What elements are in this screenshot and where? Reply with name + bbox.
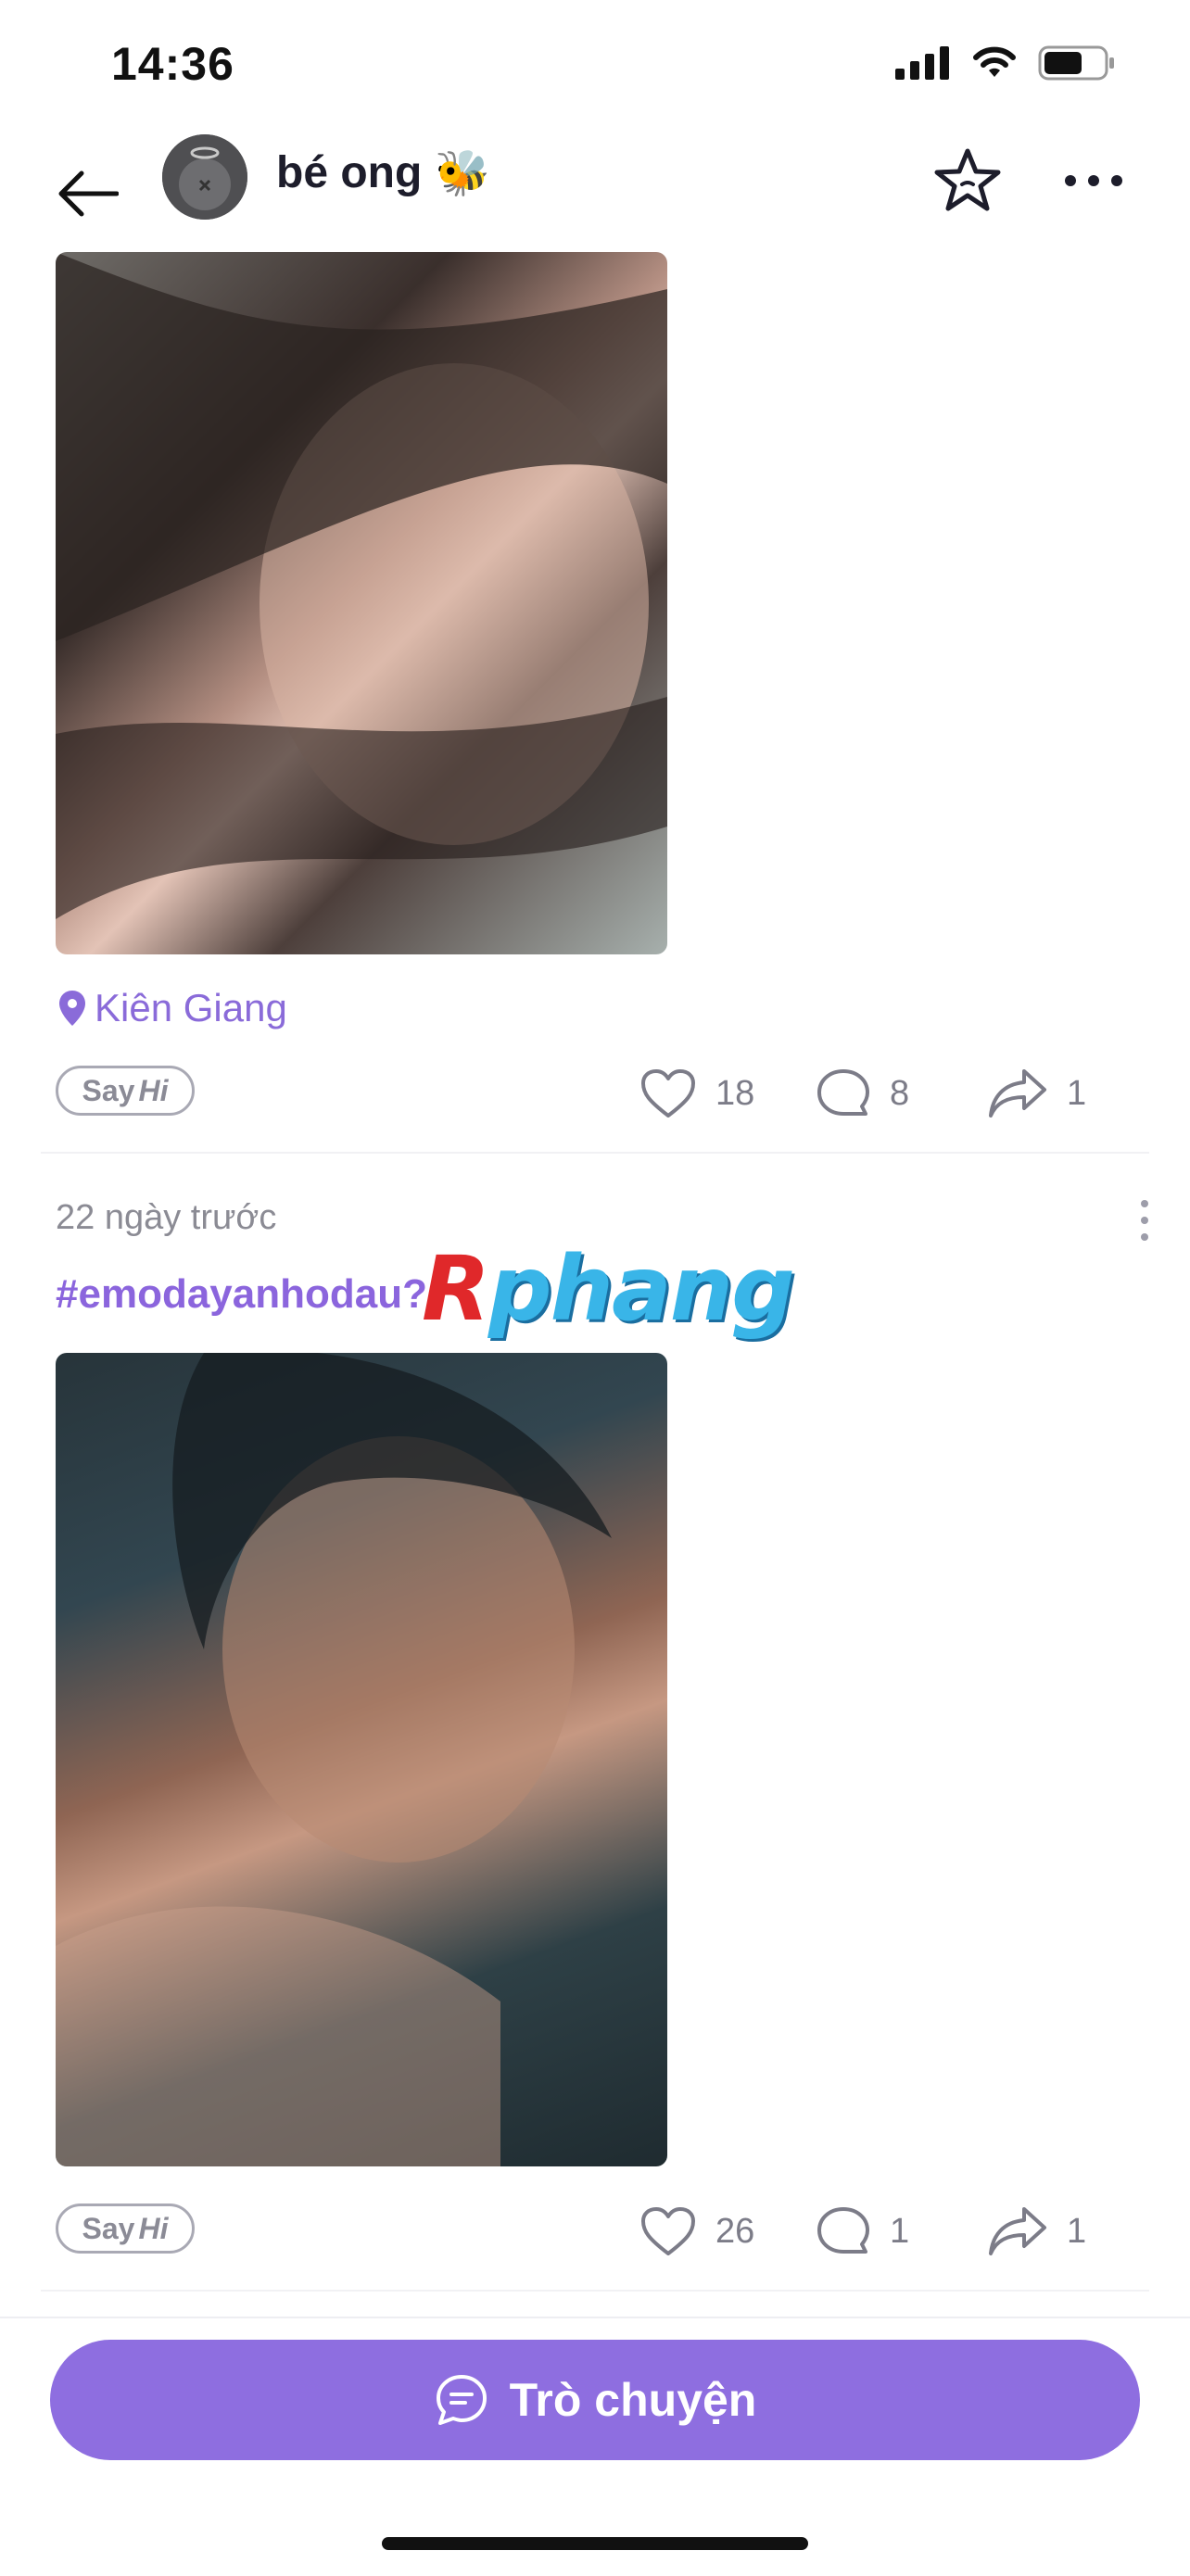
post-divider bbox=[41, 2290, 1149, 2292]
like-count: 26 bbox=[715, 2211, 755, 2251]
watermark-rest: phang bbox=[487, 1237, 795, 1341]
home-indicator[interactable] bbox=[382, 2537, 808, 2550]
post-actions: Say Hi 18 8 1 bbox=[56, 1066, 1149, 1121]
comment-count: 1 bbox=[890, 2211, 910, 2251]
more-options-button[interactable] bbox=[1057, 144, 1131, 218]
chat-button[interactable]: Trò chuyện bbox=[50, 2340, 1140, 2460]
more-horizontal-icon bbox=[1065, 175, 1122, 186]
post-location[interactable]: Kiên Giang bbox=[57, 986, 287, 1030]
post-timestamp: 22 ngày trước bbox=[56, 1198, 277, 1237]
back-button[interactable] bbox=[46, 152, 130, 235]
heart-icon bbox=[641, 1069, 695, 1118]
profile-name-text: bé ong bbox=[276, 148, 423, 197]
post-photo[interactable] bbox=[56, 252, 667, 954]
like-count: 18 bbox=[715, 1073, 755, 1113]
post-divider bbox=[41, 1152, 1149, 1154]
avatar-image bbox=[162, 134, 247, 220]
profile-name: bé ong 🐝 bbox=[276, 146, 490, 199]
battery-icon bbox=[1038, 45, 1114, 81]
like-button[interactable]: 18 bbox=[639, 1066, 754, 1121]
wifi-icon bbox=[973, 46, 1016, 77]
like-button[interactable]: 26 bbox=[639, 2203, 754, 2259]
location-pin-icon bbox=[59, 991, 85, 1026]
share-count: 1 bbox=[1067, 1073, 1087, 1113]
heart-icon bbox=[641, 2207, 695, 2255]
comment-icon bbox=[817, 1069, 869, 1116]
dot bbox=[1141, 1217, 1148, 1224]
chat-button-label: Trò chuyện bbox=[509, 2374, 757, 2426]
share-count: 1 bbox=[1067, 2211, 1087, 2251]
post-hashtag[interactable]: #emodayanhodau? bbox=[56, 1271, 427, 1318]
status-icons bbox=[895, 44, 1116, 82]
arrow-left-icon bbox=[58, 170, 119, 217]
say-hi-hi: Hi bbox=[138, 2211, 169, 2245]
post-more-button[interactable] bbox=[1131, 1200, 1158, 1241]
favorite-button[interactable] bbox=[930, 144, 1005, 218]
say-hi-hi: Hi bbox=[138, 1073, 169, 1107]
post-photo[interactable] bbox=[56, 1353, 667, 2166]
star-icon bbox=[934, 148, 1001, 211]
bee-emoji: 🐝 bbox=[435, 149, 491, 198]
share-button[interactable]: 1 bbox=[987, 2203, 1086, 2259]
comment-count: 8 bbox=[890, 1073, 910, 1113]
comment-icon bbox=[817, 2207, 869, 2254]
say-hi-say: Say bbox=[82, 1073, 135, 1107]
say-hi-button[interactable]: Say Hi bbox=[56, 2203, 195, 2254]
comment-button[interactable]: 8 bbox=[816, 1066, 909, 1121]
status-time: 14:36 bbox=[111, 38, 234, 90]
avatar[interactable] bbox=[162, 134, 247, 220]
watermark-logo: Rphang bbox=[422, 1237, 795, 1341]
photo-content bbox=[56, 252, 667, 919]
signal-icon bbox=[895, 46, 949, 80]
photo-content bbox=[56, 1353, 612, 2166]
share-icon bbox=[989, 1069, 1046, 1118]
say-hi-say: Say bbox=[82, 2211, 135, 2245]
comment-button[interactable]: 1 bbox=[816, 2203, 909, 2259]
dot bbox=[1141, 1200, 1148, 1207]
post-actions: Say Hi 26 1 1 bbox=[56, 2203, 1149, 2259]
share-button[interactable]: 1 bbox=[987, 1066, 1086, 1121]
chat-bubble-icon bbox=[436, 2375, 487, 2425]
share-icon bbox=[989, 2207, 1046, 2255]
say-hi-button[interactable]: Say Hi bbox=[56, 1066, 195, 1116]
watermark-first: R bbox=[422, 1237, 490, 1341]
status-bar: 14:36 bbox=[0, 0, 1190, 130]
location-text: Kiên Giang bbox=[95, 986, 287, 1029]
dot bbox=[1141, 1233, 1148, 1241]
